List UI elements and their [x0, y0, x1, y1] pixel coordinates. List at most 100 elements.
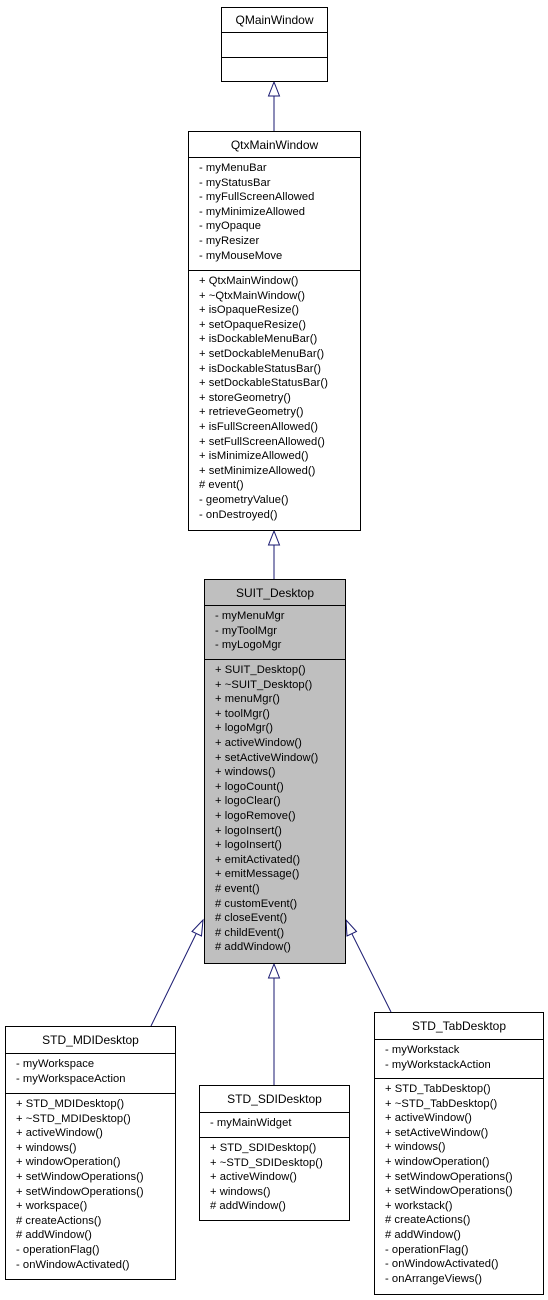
class-method: + STD_MDIDesktop(): [16, 1098, 125, 1110]
edge-std-mdidesktop-to-suit-desktop: [150, 918, 204, 1027]
class-method: # event(): [199, 479, 244, 492]
class-method: + STD_SDIDesktop(): [210, 1142, 317, 1154]
class-method: + setMinimizeAllowed(): [199, 464, 316, 477]
class-method: + logoRemove(): [215, 809, 296, 822]
inheritance-arrow-icon: [267, 962, 281, 979]
class-method: + windowOperation(): [16, 1156, 121, 1169]
inheritance-arrow-icon: [345, 918, 358, 937]
methods-section: + STD_MDIDesktop() + ~STD_MDIDesktop() + a…: [6, 1094, 175, 1279]
class-method: # addWindow(): [16, 1229, 92, 1242]
class-method: + logoClear(): [215, 795, 281, 808]
class-method: # event(): [215, 882, 260, 895]
class-attribute: - myMainWidget: [210, 1117, 292, 1129]
class-std-sdidesktop[interactable]: STD_SDIDesktop - myMainWidget + STD_SDID…: [199, 1085, 350, 1221]
class-attribute: - myWorkspace: [16, 1058, 95, 1070]
class-method: + ~SUIT_Desktop(): [215, 678, 313, 691]
edge-std-tabdesktop-to-suit-desktop: [345, 918, 392, 1013]
class-method: + setWindowOperations(): [16, 1170, 144, 1183]
class-method: + setWindowOperations(): [385, 1170, 513, 1183]
class-method: # createActions(): [385, 1214, 471, 1227]
class-method: + logoInsert(): [215, 824, 282, 837]
class-name: STD_SDIDesktop: [200, 1086, 349, 1113]
class-method: + ~STD_TabDesktop(): [385, 1097, 498, 1110]
methods-section: + QtxMainWindow() + ~QtxMainWindow() + isO…: [189, 271, 360, 530]
inheritance-arrow-icon: [267, 80, 281, 97]
class-method: - onWindowActivated(): [385, 1258, 499, 1271]
class-attribute: - myToolMgr: [215, 624, 278, 637]
class-method: # createActions(): [16, 1214, 102, 1227]
class-method: # customEvent(): [215, 897, 298, 910]
class-method: + SUIT_Desktop(): [215, 664, 306, 676]
class-method: + windowOperation(): [385, 1155, 490, 1168]
attributes-section: [222, 33, 327, 58]
attributes-section: - myMenuMgr - myToolMgr - myLogoMgr: [205, 606, 345, 660]
class-method: + workspace(): [16, 1200, 88, 1213]
class-attribute: - myMouseMove: [199, 249, 283, 262]
class-method: # addWindow(): [210, 1200, 286, 1213]
methods-section: [222, 58, 327, 81]
class-attribute: - myWorkspaceAction: [16, 1072, 126, 1085]
class-name: STD_MDIDesktop: [6, 1027, 175, 1054]
class-qmainwindow[interactable]: QMainWindow: [221, 7, 328, 82]
class-method: - operationFlag(): [385, 1243, 469, 1256]
class-method: + isDockableStatusBar(): [199, 362, 322, 375]
class-attribute: - myWorkstackAction: [385, 1058, 491, 1071]
class-std-tabdesktop[interactable]: STD_TabDesktop - myWorkstack - myWorkstac…: [374, 1012, 544, 1295]
class-method: + activeWindow(): [215, 736, 302, 749]
class-method: # closeEvent(): [215, 912, 288, 925]
class-method: + setFullScreenAllowed(): [199, 435, 325, 448]
class-method: # addWindow(): [385, 1228, 461, 1241]
class-suit-desktop[interactable]: SUIT_Desktop - myMenuMgr - myToolMgr - myL…: [204, 579, 346, 964]
attributes-section: - myMenuBar - myStatusBar - myFullScreenAl…: [189, 158, 360, 271]
class-method: + ~QtxMainWindow(): [199, 289, 305, 302]
class-method: + windows(): [215, 766, 276, 779]
class-std-mdidesktop[interactable]: STD_MDIDesktop - myWorkspace - myWorkspac…: [5, 1026, 176, 1280]
class-method: + logoCount(): [215, 780, 284, 793]
class-method: + retrieveGeometry(): [199, 406, 304, 419]
class-method: + logoMgr(): [215, 722, 274, 735]
inheritance-arrow-icon: [191, 918, 204, 937]
class-attribute: - myMenuMgr: [215, 610, 285, 622]
class-method: + logoInsert(): [215, 839, 282, 852]
class-attribute: - myOpaque: [199, 220, 262, 233]
class-method: - onArrangeViews(): [385, 1272, 483, 1285]
class-method: + isFullScreenAllowed(): [199, 420, 318, 433]
class-method: + menuMgr(): [215, 693, 280, 706]
attributes-section: - myWorkstack - myWorkstackAction: [375, 1040, 543, 1079]
class-method: + setOpaqueResize(): [199, 318, 306, 331]
class-method: + setWindowOperations(): [385, 1185, 513, 1198]
class-method: + setActiveWindow(): [215, 751, 319, 764]
class-method: + ~STD_SDIDesktop(): [210, 1156, 323, 1169]
class-qtxmainwindow[interactable]: QtxMainWindow - myMenuBar - myStatusBar - …: [188, 131, 361, 531]
class-method: + activeWindow(): [16, 1127, 103, 1140]
class-method: + emitActivated(): [215, 853, 301, 866]
class-method: + isDockableMenuBar(): [199, 333, 318, 346]
class-method: + activeWindow(): [385, 1112, 472, 1125]
methods-section: + SUIT_Desktop() + ~SUIT_Desktop() + menuM…: [205, 660, 345, 963]
attributes-section: - myWorkspace - myWorkspaceAction: [6, 1054, 175, 1094]
class-method: - operationFlag(): [16, 1243, 100, 1256]
class-attribute: - myWorkstack: [385, 1044, 460, 1056]
edge-suit-desktop-to-qtxmainwindow: [267, 529, 281, 579]
class-attribute: - myFullScreenAllowed: [199, 191, 315, 204]
edge-qtxmainwindow-to-qmainwindow: [267, 80, 281, 131]
class-method: + isMinimizeAllowed(): [199, 450, 309, 463]
class-method: + windows(): [210, 1185, 271, 1198]
class-method: # addWindow(): [215, 941, 291, 954]
edge-std-sdidesktop-to-suit-desktop: [267, 962, 281, 1085]
class-method: + activeWindow(): [210, 1171, 297, 1184]
class-name: QtxMainWindow: [189, 132, 360, 158]
class-method: + setActiveWindow(): [385, 1126, 489, 1139]
class-method: - onWindowActivated(): [16, 1258, 130, 1271]
class-name: QMainWindow: [222, 8, 327, 33]
class-method: - onDestroyed(): [199, 508, 278, 521]
class-method: + ~STD_MDIDesktop(): [16, 1112, 131, 1125]
methods-section: + STD_TabDesktop() + ~STD_TabDesktop() + a…: [375, 1079, 543, 1294]
class-method: + setWindowOperations(): [16, 1185, 144, 1198]
class-method: + workstack(): [385, 1199, 453, 1212]
class-method: + toolMgr(): [215, 707, 270, 720]
class-method: + setDockableStatusBar(): [199, 377, 328, 390]
class-method: + QtxMainWindow(): [199, 275, 299, 287]
class-method: + setDockableMenuBar(): [199, 347, 325, 360]
class-attribute: - myStatusBar: [199, 176, 271, 189]
